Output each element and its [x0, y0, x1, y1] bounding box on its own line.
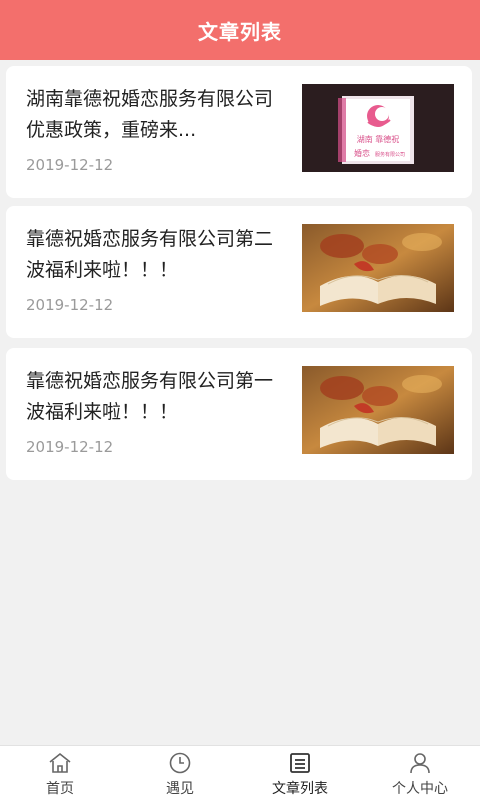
tab-label: 文章列表 — [272, 781, 328, 797]
home-icon — [49, 752, 71, 773]
tab-label: 遇见 — [166, 781, 194, 797]
article-card[interactable]: 靠德祝婚恋服务有限公司第一波福利来啦！！！ 2019-12-12 — [6, 348, 472, 480]
bottom-tabbar: 首页 遇见 文章列表 个人中心 — [0, 745, 480, 801]
article-list-icon — [290, 753, 310, 773]
article-date: 2019-12-12 — [26, 438, 114, 456]
tab-meet[interactable]: 遇见 — [120, 746, 240, 801]
page-header: 文章列表 — [0, 0, 480, 60]
article-card[interactable]: 靠德祝婚恋服务有限公司第二波福利来啦！！！ 2019-12-12 — [6, 206, 472, 338]
page-title: 文章列表 — [198, 19, 282, 44]
tab-home[interactable]: 首页 — [0, 746, 120, 801]
logo-text-line2: 婚恋 — [354, 148, 370, 158]
clock-icon — [169, 752, 191, 774]
article-date: 2019-12-12 — [26, 296, 114, 314]
article-title: 靠德祝婚恋服务有限公司第一波福利来啦！！！ — [26, 370, 274, 423]
article-card[interactable]: 湖南靠德祝婚恋服务有限公司优惠政策，重磅来... 2019-12-12 湖南 靠… — [6, 66, 472, 198]
article-thumbnail — [302, 366, 454, 454]
tab-article-list[interactable]: 文章列表 — [240, 746, 360, 801]
article-title: 湖南靠德祝婚恋服务有限公司优惠政策，重磅来... — [26, 88, 274, 141]
article-date: 2019-12-12 — [26, 156, 114, 174]
article-title: 靠德祝婚恋服务有限公司第二波福利来啦！！！ — [26, 228, 274, 281]
logo-text-line1: 湖南 靠德祝 — [357, 134, 400, 144]
user-icon — [410, 753, 430, 774]
tab-profile[interactable]: 个人中心 — [360, 746, 480, 801]
logo-text-line2-small: 服务有限公司 — [375, 151, 405, 158]
article-thumbnail: 湖南 靠德祝 婚恋 服务有限公司 — [302, 84, 454, 172]
tab-label: 首页 — [46, 781, 74, 797]
article-thumbnail — [302, 224, 454, 312]
tab-label: 个人中心 — [392, 781, 448, 797]
